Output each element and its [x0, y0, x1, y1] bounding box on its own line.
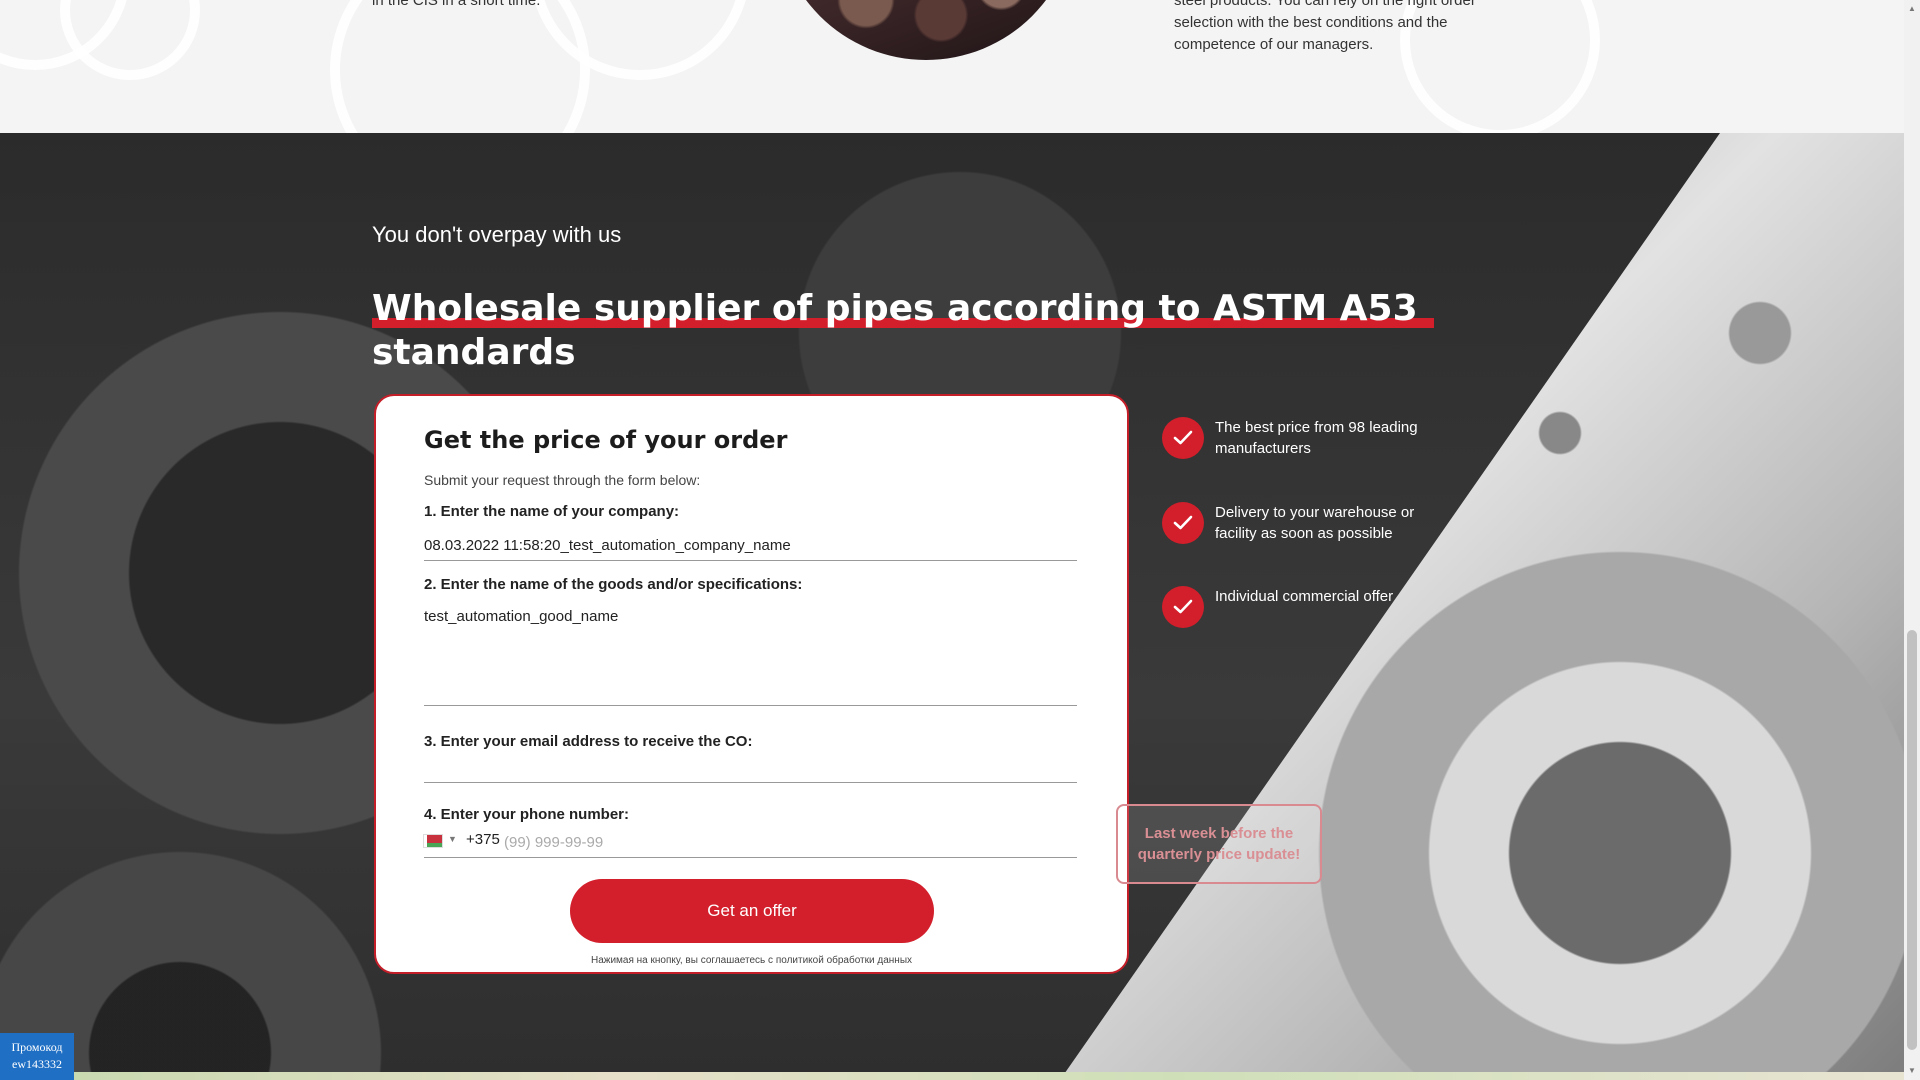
email-input[interactable]	[424, 753, 1077, 783]
map-preview[interactable]	[74, 1072, 1904, 1080]
top-strip: in the CIS in a short time. steel produc…	[0, 0, 1904, 133]
page-scrollbar[interactable]: ▲ ▼	[1904, 0, 1920, 1080]
form-heading: Get the price of your order	[424, 426, 788, 454]
promo-code-label: Промокод	[11, 1040, 63, 1054]
promo-code-value: ew143332	[12, 1057, 62, 1071]
decor-ring	[60, 0, 200, 80]
check-icon	[1162, 502, 1204, 544]
top-right-text: steel products. You can rely on the righ…	[1174, 0, 1476, 53]
benefit-item: Delivery to your warehouse or facility a…	[1162, 502, 1462, 546]
benefit-text: The best price from 98 leading manufactu…	[1215, 419, 1418, 457]
pipes-image	[776, 0, 1076, 60]
phone-input[interactable]	[504, 828, 1064, 856]
consent-text: Нажимая на кнопку, вы соглашаетесь с пол…	[590, 955, 913, 966]
scroll-up-icon[interactable]: ▲	[1908, 4, 1916, 13]
benefit-text: Delivery to your warehouse or facility a…	[1215, 504, 1415, 542]
phone-field: ▼ +375	[424, 828, 1077, 858]
benefit-item: The best price from 98 leading manufactu…	[1162, 417, 1462, 461]
company-input[interactable]	[424, 531, 1077, 561]
benefit-item: Individual commercial offer	[1162, 586, 1462, 630]
check-icon	[1162, 586, 1204, 628]
price-update-badge: Last week before the quarterly price upd…	[1116, 804, 1322, 884]
belarus-flag-icon[interactable]	[424, 835, 442, 847]
promo-code-badge[interactable]: Промокод ew143332	[0, 1033, 74, 1080]
benefit-text: Individual commercial offer	[1215, 588, 1394, 605]
top-left-text: in the CIS in a short time.	[372, 0, 541, 9]
price-request-form: Get the price of your order Submit your …	[374, 394, 1129, 974]
scroll-down-icon[interactable]: ▼	[1908, 1066, 1916, 1075]
phone-country-code: +375	[466, 831, 500, 848]
phone-label: 4. Enter your phone number:	[424, 806, 630, 823]
goods-textarea[interactable]: test_automation_good_name	[424, 608, 1077, 706]
chevron-down-icon[interactable]: ▼	[448, 834, 457, 844]
section-subtitle: You don't overpay with us	[372, 222, 622, 247]
check-icon	[1162, 417, 1204, 459]
email-label: 3. Enter your email address to receive t…	[424, 733, 753, 750]
get-offer-button[interactable]: Get an offer	[570, 879, 934, 943]
scrollbar-thumb[interactable]	[1907, 630, 1917, 1050]
section-title: Wholesale supplier of pipes according to…	[372, 288, 1418, 373]
company-label: 1. Enter the name of your company:	[424, 503, 680, 520]
goods-label: 2. Enter the name of the goods and/or sp…	[424, 576, 803, 593]
form-subheading: Submit your request through the form bel…	[424, 472, 701, 488]
